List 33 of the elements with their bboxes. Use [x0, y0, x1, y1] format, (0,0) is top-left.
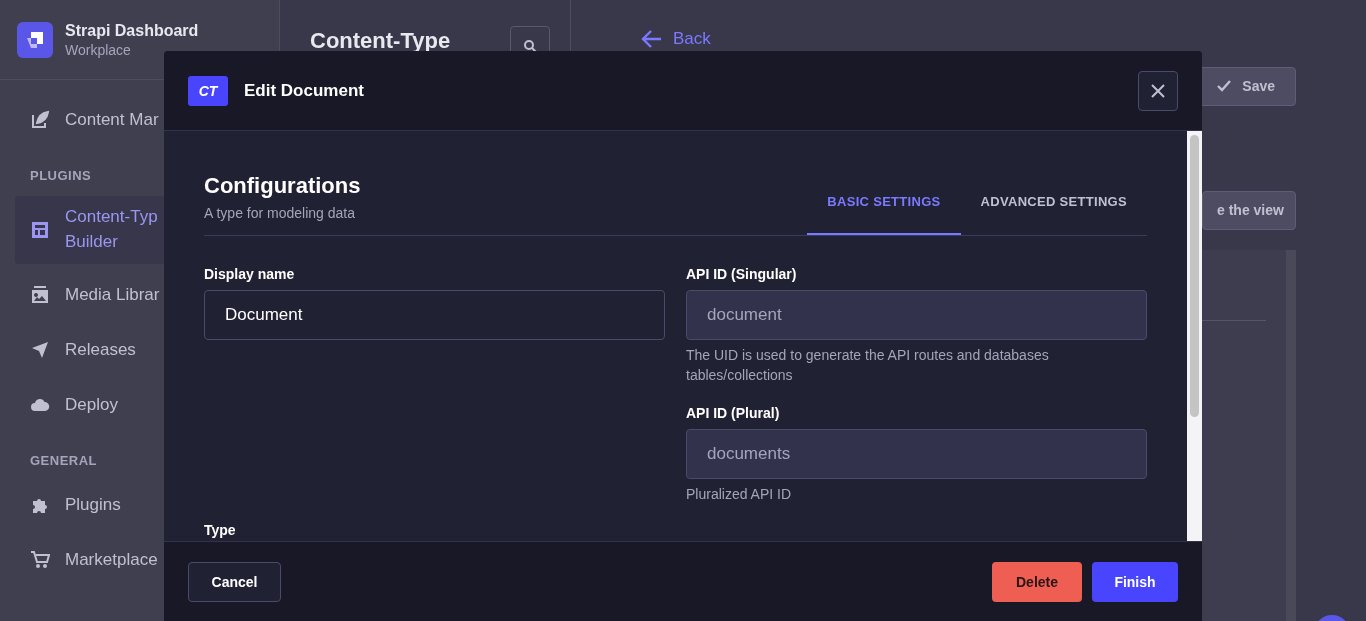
- search-icon: [523, 39, 537, 53]
- layout-icon: [30, 220, 50, 240]
- brand-title: Strapi Dashboard: [65, 21, 199, 40]
- field-hint: Pluralized API ID: [686, 485, 793, 504]
- cart-icon: [30, 550, 50, 570]
- finish-button[interactable]: Finish: [1092, 561, 1178, 602]
- settings-tab[interactable]: ADVANCED SETTINGS: [960, 194, 1147, 235]
- cancel-button[interactable]: Cancel: [188, 561, 281, 602]
- paper-plane-icon: [30, 340, 50, 360]
- field-label: Display name: [204, 266, 296, 282]
- image-icon: [30, 285, 50, 305]
- field-label: API ID (Singular): [686, 266, 798, 282]
- close-button[interactable]: [1138, 70, 1178, 111]
- panel-title: Content-Type: [310, 28, 451, 54]
- back-link[interactable]: Back: [641, 28, 711, 50]
- input-field[interactable]: Document: [204, 290, 665, 340]
- view-button[interactable]: e the view: [1202, 190, 1296, 230]
- section-heading: GENERAL: [29, 452, 99, 470]
- check-icon: [1216, 79, 1233, 94]
- feather-icon: [30, 110, 50, 130]
- logo-icon: [17, 21, 53, 58]
- section-title: Configurations: [204, 173, 361, 199]
- type-badge: CT: [188, 75, 228, 106]
- field-label: Type: [204, 522, 236, 538]
- arrow-left-icon: [641, 29, 663, 49]
- field-label: API ID (Plural): [686, 405, 781, 421]
- scrollbar[interactable]: [1187, 131, 1202, 541]
- delete-button[interactable]: Delete: [992, 561, 1082, 602]
- close-icon: [1150, 82, 1166, 99]
- brand-subtitle: Workplace: [65, 41, 132, 58]
- settings-tab[interactable]: BASIC SETTINGS: [807, 194, 961, 235]
- sidebar-item[interactable]: Deploy: [15, 381, 264, 429]
- field-hint: The UID is used to generate the API routes and databases tables/collections: [686, 346, 1050, 385]
